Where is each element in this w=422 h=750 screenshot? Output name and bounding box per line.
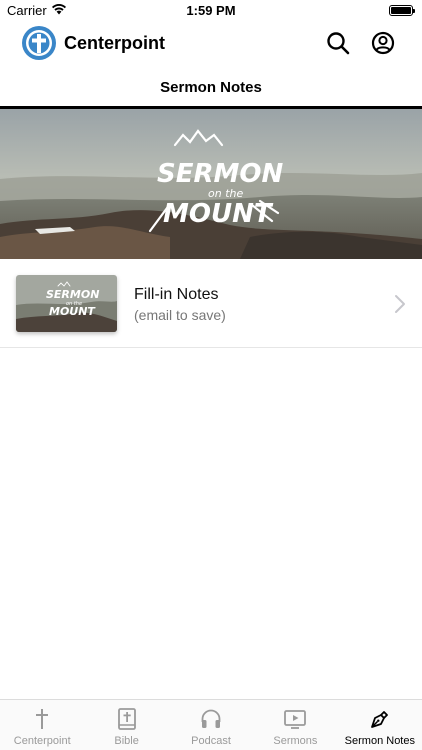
tab-label: Sermon Notes (344, 735, 415, 747)
tab-podcast[interactable]: Podcast (169, 700, 253, 750)
tab-sermons[interactable]: Sermons (253, 700, 337, 750)
tab-label: Bible (114, 735, 139, 747)
tab-sermon-notes[interactable]: Sermon Notes (338, 700, 422, 750)
cross-icon (30, 707, 54, 731)
account-button[interactable] (370, 30, 396, 56)
sermon-series-banner[interactable]: SERMON on the MOUNT (0, 106, 422, 259)
battery-icon (389, 5, 415, 16)
hero-title-word-mount: MOUNT (163, 199, 274, 229)
search-icon (327, 32, 350, 55)
tab-centerpoint[interactable]: Centerpoint (0, 700, 84, 750)
page-title: Sermon Notes (160, 79, 262, 96)
tab-label: Sermons (273, 735, 318, 747)
app-logo-icon (22, 26, 56, 60)
tab-bar: Centerpoint Bible Podcast Sermons Sermon… (0, 699, 422, 750)
chevron-right-icon (394, 294, 406, 314)
tab-label: Centerpoint (13, 735, 71, 747)
app-name: Centerpoint (64, 33, 165, 53)
status-bar: Carrier 1:59 PM (0, 0, 422, 22)
note-title: Fill-in Notes (134, 286, 219, 303)
user-circle-icon (371, 31, 395, 55)
status-time: 1:59 PM (186, 3, 236, 18)
thumb-word-mount: MOUNT (49, 305, 96, 318)
thumb-word-sermon: SERMON (46, 288, 99, 301)
note-subtitle: (email to save) (134, 307, 226, 323)
tv-play-icon (283, 707, 307, 731)
tab-bible[interactable]: Bible (84, 700, 168, 750)
list-item[interactable]: SERMON on the MOUNT Fill-in Notes (email… (0, 262, 422, 348)
sermon-thumbnail: SERMON on the MOUNT (16, 275, 117, 332)
hero-title-word-sermon: SERMON (157, 159, 283, 189)
bible-icon (115, 707, 139, 731)
tab-label: Podcast (191, 735, 231, 747)
app-header: Centerpoint (0, 22, 422, 66)
search-button[interactable] (325, 30, 351, 56)
headphones-icon (199, 707, 223, 731)
pen-nib-icon (368, 707, 392, 731)
